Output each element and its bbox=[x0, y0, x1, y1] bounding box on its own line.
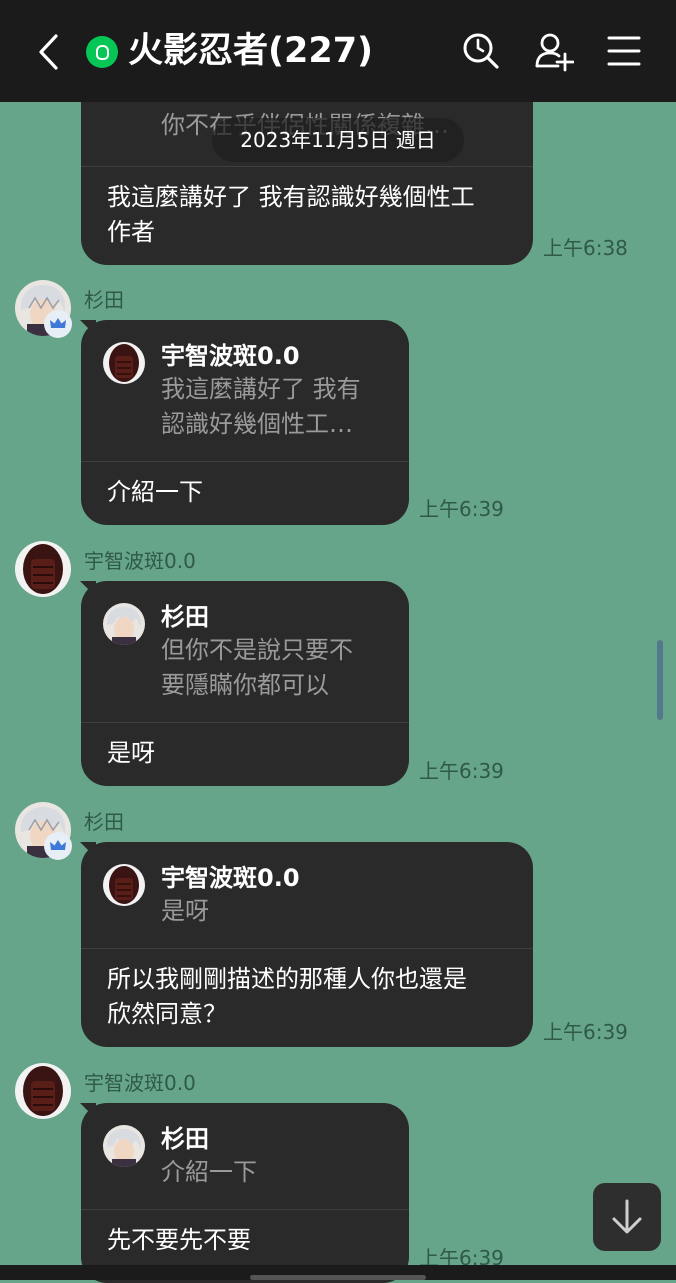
home-indicator bbox=[250, 1275, 426, 1280]
timestamp: 上午6:39 bbox=[543, 1020, 628, 1044]
quoted-text: 介紹一下 bbox=[161, 1158, 257, 1186]
message-bubble[interactable]: 杉田 介紹一下 先不要先不要 bbox=[81, 1103, 409, 1283]
scroll-down-icon bbox=[612, 1199, 642, 1234]
date-separator: 2023年11月5日 週日 bbox=[212, 118, 464, 162]
scrollbar[interactable] bbox=[657, 640, 663, 720]
scroll-down-button[interactable] bbox=[593, 1183, 661, 1251]
sender-name: 杉田 bbox=[84, 810, 124, 834]
add-friend-icon[interactable] bbox=[534, 30, 574, 72]
chat-header: 火影忍者(227) bbox=[0, 0, 676, 102]
avatar[interactable] bbox=[15, 541, 71, 597]
timestamp: 上午6:39 bbox=[419, 497, 504, 521]
message-bubble[interactable]: 宇智波斑0.0 是呀 所以我剛剛描述的那種人你也還是 欣然同意？ bbox=[81, 842, 533, 1047]
group-badge-icon bbox=[86, 36, 118, 68]
quoted-message[interactable]: 宇智波斑0.0 我這麼講好了 我有 認識好幾個性工… bbox=[81, 320, 409, 462]
message-text: 所以我剛剛描述的那種人你也還是 欣然同意？ bbox=[107, 965, 467, 1028]
quoted-text: 我這麼講好了 我有 認識好幾個性工… bbox=[161, 375, 361, 438]
message-text: 我這麼講好了 我有認識好幾個性工 作者 bbox=[107, 183, 475, 246]
quote-avatar bbox=[103, 603, 145, 645]
quote-avatar bbox=[103, 1125, 145, 1167]
quoted-sender: 宇智波斑0.0 bbox=[161, 342, 300, 370]
sender-name: 宇智波斑0.0 bbox=[84, 549, 196, 573]
avatar[interactable] bbox=[15, 1063, 71, 1119]
quote-avatar bbox=[103, 864, 145, 906]
crown-icon bbox=[44, 310, 72, 338]
quoted-sender: 杉田 bbox=[161, 1125, 209, 1153]
quote-avatar bbox=[103, 342, 145, 384]
quoted-text: 但你不是說只要不 要隱瞞你都可以 bbox=[161, 636, 353, 699]
search-icon[interactable] bbox=[460, 30, 500, 72]
crown-icon bbox=[44, 832, 72, 860]
quoted-message[interactable]: 杉田 介紹一下 bbox=[81, 1103, 409, 1210]
timestamp: 上午6:39 bbox=[419, 759, 504, 783]
message-text: 先不要先不要 bbox=[107, 1226, 251, 1254]
message-bubble[interactable]: 杉田 但你不是說只要不 要隱瞞你都可以 是呀 bbox=[81, 581, 409, 786]
quoted-sender: 宇智波斑0.0 bbox=[161, 864, 300, 892]
quoted-text: 是呀 bbox=[161, 897, 209, 925]
message-text: 是呀 bbox=[107, 739, 155, 767]
sender-name: 宇智波斑0.0 bbox=[84, 1071, 196, 1095]
quoted-sender: 杉田 bbox=[161, 603, 209, 631]
chat-title[interactable]: 火影忍者(227) bbox=[128, 28, 373, 74]
quoted-message[interactable]: 杉田 但你不是說只要不 要隱瞞你都可以 bbox=[81, 581, 409, 723]
quoted-message[interactable]: 宇智波斑0.0 是呀 bbox=[81, 842, 533, 949]
sender-name: 杉田 bbox=[84, 288, 124, 312]
menu-icon[interactable] bbox=[604, 30, 644, 72]
message-bubble[interactable]: 宇智波斑0.0 我這麼講好了 我有 認識好幾個性工… 介紹一下 bbox=[81, 320, 409, 525]
back-icon[interactable] bbox=[34, 33, 66, 71]
timestamp: 上午6:38 bbox=[543, 236, 628, 260]
message-text: 介紹一下 bbox=[107, 478, 203, 506]
